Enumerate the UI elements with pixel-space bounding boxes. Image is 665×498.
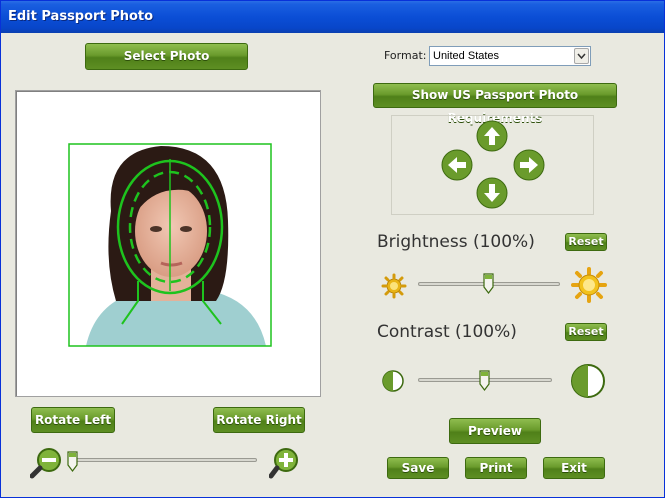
edit-passport-photo-window: Edit Passport Photo Select Photo Rotate … xyxy=(0,0,665,498)
zoom-slider-thumb[interactable] xyxy=(67,451,78,472)
contrast-slider-thumb[interactable] xyxy=(479,370,490,391)
brightness-label: Brightness (100%) xyxy=(377,232,535,252)
passport-photo xyxy=(68,143,272,347)
select-photo-button[interactable]: Select Photo xyxy=(85,43,248,70)
brightness-slider-thumb[interactable] xyxy=(483,273,494,294)
arrow-right-icon[interactable] xyxy=(513,149,545,181)
format-label: Format: xyxy=(384,49,427,62)
title-bar: Edit Passport Photo xyxy=(1,1,664,33)
photo-canvas[interactable] xyxy=(15,90,321,397)
format-select-value: United States xyxy=(433,50,500,62)
window-title: Edit Passport Photo xyxy=(8,9,154,24)
arrow-down-icon[interactable] xyxy=(476,177,508,209)
print-button[interactable]: Print xyxy=(465,457,527,479)
show-requirements-button[interactable]: Show US Passport Photo Requirements xyxy=(373,83,617,125)
contrast-large-icon xyxy=(571,364,605,398)
rotate-left-button[interactable]: Rotate Left xyxy=(31,407,115,433)
sun-large-icon xyxy=(571,267,607,303)
chevron-down-icon[interactable] xyxy=(574,48,589,64)
contrast-small-icon xyxy=(382,370,404,392)
brightness-reset-button[interactable]: Reset xyxy=(565,233,607,251)
rotate-right-button[interactable]: Rotate Right xyxy=(213,407,305,433)
sun-small-icon xyxy=(381,273,407,299)
arrow-up-icon[interactable] xyxy=(476,120,508,152)
contrast-label: Contrast (100%) xyxy=(377,322,517,342)
preview-button[interactable]: Preview xyxy=(449,418,541,444)
arrow-left-icon[interactable] xyxy=(441,149,473,181)
zoom-in-icon[interactable] xyxy=(269,447,303,479)
exit-button[interactable]: Exit xyxy=(543,457,605,479)
format-select[interactable]: United States xyxy=(429,46,591,66)
zoom-slider-track[interactable] xyxy=(69,458,257,462)
zoom-out-icon[interactable] xyxy=(30,447,64,479)
save-button[interactable]: Save xyxy=(387,457,449,479)
contrast-reset-button[interactable]: Reset xyxy=(565,323,607,341)
